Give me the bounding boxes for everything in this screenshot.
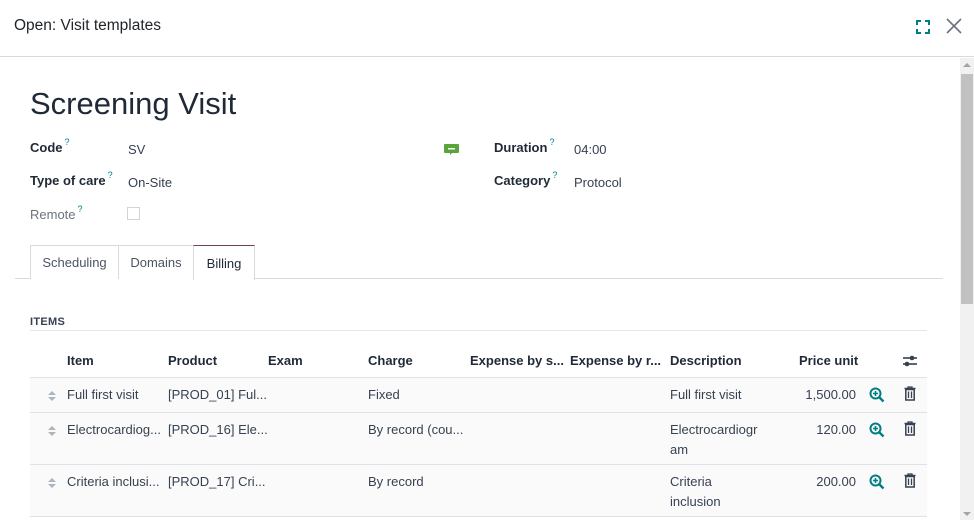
cell-price-unit[interactable]: 1,500.00 xyxy=(805,387,856,402)
help-icon[interactable]: ? xyxy=(78,204,83,214)
items-table: Item Product Exam Charge Expense by s...… xyxy=(30,342,927,517)
tab-scheduling[interactable]: Scheduling xyxy=(30,245,119,279)
modal-header: Open: Visit templates xyxy=(0,0,974,57)
notebook-tabs: Scheduling Domains Billing xyxy=(15,245,943,280)
help-icon[interactable]: ? xyxy=(108,170,113,180)
cell-item[interactable]: Criteria inclusi... xyxy=(67,474,159,489)
table-row[interactable]: Criteria inclusi... [PROD_17] Cri... By … xyxy=(30,465,927,517)
category-label: Category? xyxy=(494,170,558,188)
zoom-in-icon[interactable] xyxy=(869,474,885,490)
cell-item[interactable]: Electrocardiog... xyxy=(67,422,161,437)
drag-handle-icon[interactable] xyxy=(47,424,57,436)
chat-icon[interactable] xyxy=(443,143,460,157)
cell-price-unit[interactable]: 200.00 xyxy=(816,474,856,489)
column-header-product[interactable]: Product xyxy=(168,353,217,368)
tab-billing[interactable]: Billing xyxy=(193,245,255,280)
column-header-item[interactable]: Item xyxy=(67,353,94,368)
scroll-down-arrow-icon[interactable] xyxy=(960,506,974,520)
drag-handle-icon[interactable] xyxy=(47,476,57,488)
cell-description[interactable]: Criteria inclusion xyxy=(670,472,762,512)
help-icon[interactable]: ? xyxy=(65,137,70,147)
column-header-exam[interactable]: Exam xyxy=(268,353,303,368)
optional-columns-icon[interactable] xyxy=(902,354,918,368)
code-value[interactable]: SV xyxy=(128,142,145,157)
cell-description[interactable]: Full first visit xyxy=(670,387,742,402)
trash-icon[interactable] xyxy=(904,421,916,436)
table-header: Item Product Exam Charge Expense by s...… xyxy=(30,342,927,378)
column-header-price-unit[interactable]: Price unit xyxy=(799,353,858,368)
scroll-up-arrow-icon[interactable] xyxy=(960,58,974,74)
cell-price-unit[interactable]: 120.00 xyxy=(816,422,856,437)
cell-item[interactable]: Full first visit xyxy=(67,387,139,402)
cell-charge[interactable]: Fixed xyxy=(368,387,400,402)
category-value[interactable]: Protocol xyxy=(574,175,622,190)
cell-charge[interactable]: By record (cou... xyxy=(368,422,463,437)
modal-title: Open: Visit templates xyxy=(14,17,162,34)
zoom-in-icon[interactable] xyxy=(869,387,885,403)
type-of-care-value[interactable]: On-Site xyxy=(128,175,172,190)
vertical-scrollbar[interactable] xyxy=(960,58,974,520)
items-section-title: ITEMS xyxy=(30,316,66,328)
help-icon[interactable]: ? xyxy=(549,137,554,147)
duration-value[interactable]: 04:00 xyxy=(574,142,607,157)
cell-product[interactable]: [PROD_16] Ele... xyxy=(168,422,268,437)
column-header-expense-r[interactable]: Expense by r... xyxy=(570,353,661,368)
remote-label: Remote? xyxy=(30,204,83,222)
modal-body: Screening Visit Code? SV Type of care? O… xyxy=(0,58,960,520)
scrollbar-thumb[interactable] xyxy=(961,74,973,304)
record-title: Screening Visit xyxy=(30,86,237,121)
expand-icon[interactable] xyxy=(913,18,933,36)
type-of-care-label: Type of care? xyxy=(30,170,113,188)
cell-product[interactable]: [PROD_17] Cri... xyxy=(168,474,266,489)
tab-domains[interactable]: Domains xyxy=(118,245,194,279)
column-header-description[interactable]: Description xyxy=(670,353,742,368)
code-label: Code? xyxy=(30,137,70,155)
cell-charge[interactable]: By record xyxy=(368,474,424,489)
column-header-expense-s[interactable]: Expense by s... xyxy=(470,353,564,368)
trash-icon[interactable] xyxy=(904,386,916,401)
divider xyxy=(30,330,927,331)
column-header-charge[interactable]: Charge xyxy=(368,353,413,368)
zoom-in-icon[interactable] xyxy=(869,422,885,438)
drag-handle-icon[interactable] xyxy=(47,389,57,401)
duration-label: Duration? xyxy=(494,137,555,155)
trash-icon[interactable] xyxy=(904,473,916,488)
cell-product[interactable]: [PROD_01] Ful... xyxy=(168,387,267,402)
remote-checkbox[interactable] xyxy=(127,207,140,220)
help-icon[interactable]: ? xyxy=(552,170,557,180)
table-row[interactable]: Electrocardiog... [PROD_16] Ele... By re… xyxy=(30,413,927,465)
cell-description[interactable]: Electrocardiogram xyxy=(670,420,762,460)
table-row[interactable]: Full first visit [PROD_01] Ful... Fixed … xyxy=(30,378,927,413)
close-icon[interactable] xyxy=(943,15,965,37)
